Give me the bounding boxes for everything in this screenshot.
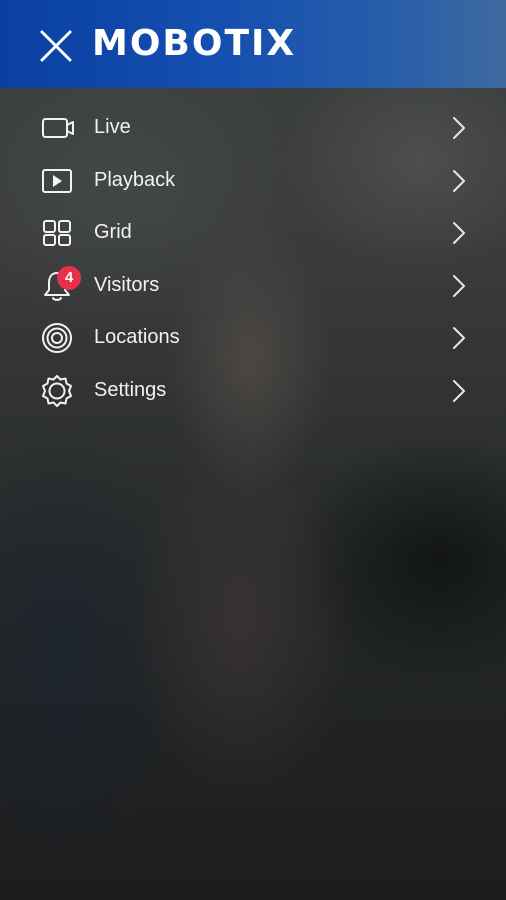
grid-icon bbox=[43, 220, 71, 246]
app-header: MOBOTIX bbox=[0, 0, 506, 88]
gear-icon bbox=[42, 374, 72, 407]
side-menu: Live Playback Grid 4 Visitors Locations … bbox=[0, 101, 506, 416]
menu-item-locations[interactable]: Locations bbox=[0, 311, 506, 364]
menu-item-label: Settings bbox=[94, 378, 167, 401]
menu-item-grid[interactable]: Grid bbox=[0, 206, 506, 259]
chevron-right-icon bbox=[453, 274, 465, 297]
menu-item-settings[interactable]: Settings bbox=[0, 364, 506, 417]
menu-item-label: Playback bbox=[94, 168, 176, 191]
menu-item-label: Locations bbox=[94, 326, 180, 348]
playback-icon bbox=[42, 168, 72, 193]
chevron-right-icon bbox=[453, 327, 465, 349]
chevron-right-icon bbox=[453, 169, 465, 192]
menu-item-visitors[interactable]: 4 Visitors bbox=[0, 259, 506, 312]
location-rings-icon bbox=[42, 323, 72, 353]
menu-item-playback[interactable]: Playback bbox=[0, 154, 506, 207]
chevron-right-icon bbox=[453, 379, 465, 402]
menu-item-live[interactable]: Live bbox=[0, 101, 506, 154]
menu-item-label: Live bbox=[94, 116, 131, 138]
chevron-right-icon bbox=[453, 117, 465, 139]
close-menu-button[interactable] bbox=[36, 26, 76, 66]
close-icon bbox=[40, 30, 72, 62]
menu-item-label: Grid bbox=[94, 221, 132, 243]
brand-logo: MOBOTIX bbox=[92, 23, 297, 64]
chevron-right-icon bbox=[453, 222, 465, 244]
notification-badge: 4 bbox=[57, 265, 81, 290]
video-camera-icon bbox=[42, 118, 74, 138]
menu-item-label: Visitors bbox=[94, 273, 160, 296]
